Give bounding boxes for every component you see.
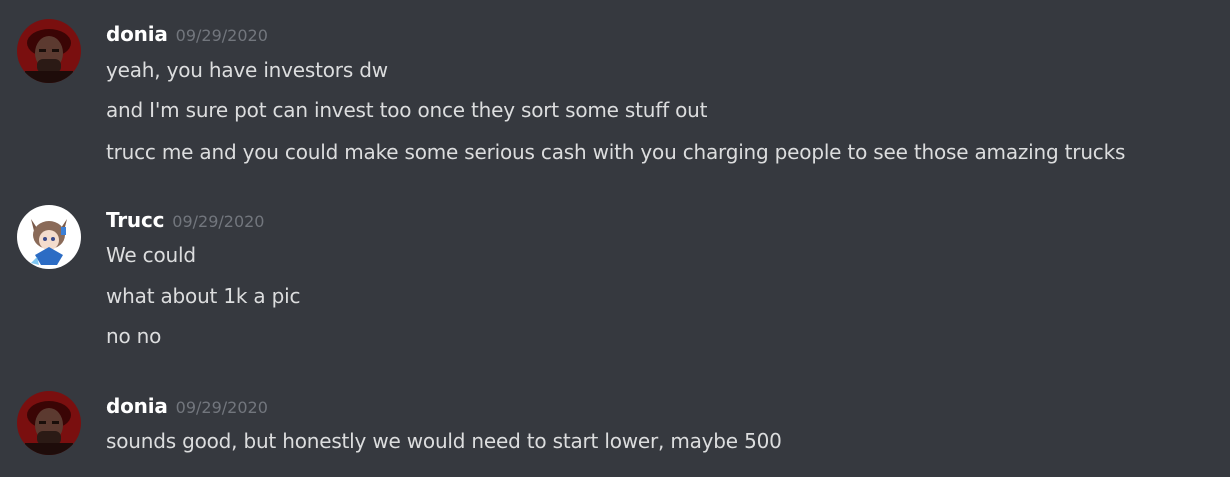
timestamp[interactable]: 09/29/2020 xyxy=(176,398,268,417)
user-avatar[interactable] xyxy=(17,391,81,455)
username[interactable]: donia xyxy=(106,394,168,418)
message-header: donia 09/29/2020 xyxy=(106,391,268,421)
message-text: sounds good, but honestly we would need … xyxy=(106,429,782,453)
message-group: donia 09/29/2020 sounds good, but honestl… xyxy=(0,0,1230,477)
